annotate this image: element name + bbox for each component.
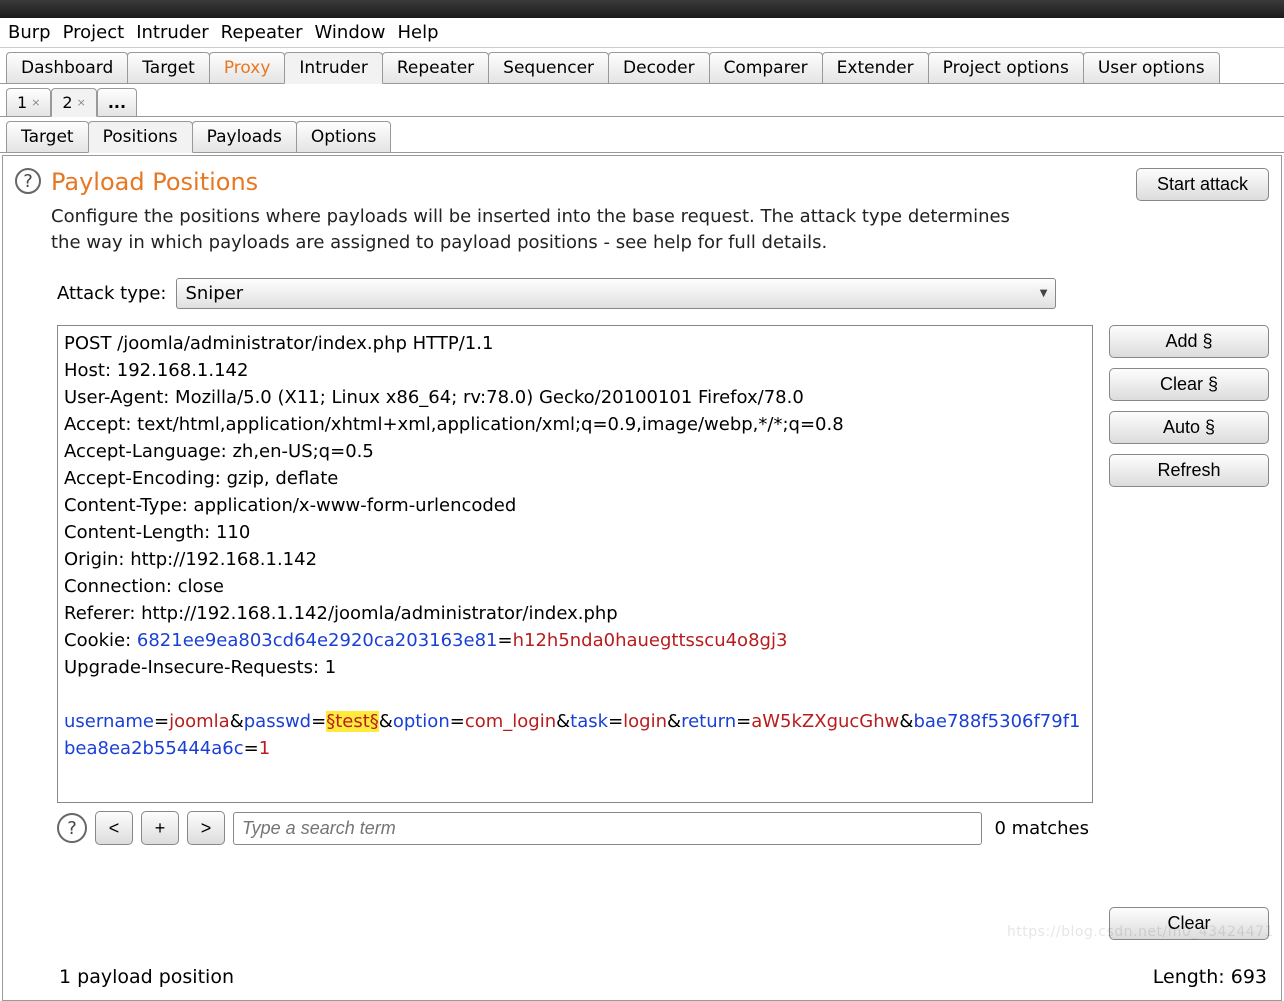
- tab-user-options[interactable]: User options: [1083, 52, 1220, 83]
- tab-comparer[interactable]: Comparer: [709, 52, 823, 83]
- tab-sequencer[interactable]: Sequencer: [488, 52, 609, 83]
- length-status: Length: 693: [1153, 966, 1267, 988]
- menu-window[interactable]: Window: [315, 22, 386, 43]
- chevron-down-icon: ▼: [1040, 288, 1048, 299]
- tab-dashboard[interactable]: Dashboard: [6, 52, 128, 83]
- request-editor[interactable]: POST /joomla/administrator/index.php HTT…: [57, 325, 1093, 803]
- session-tab-1[interactable]: 1 ×: [6, 88, 51, 116]
- tab-proxy[interactable]: Proxy: [209, 52, 286, 83]
- tab-extender[interactable]: Extender: [822, 52, 929, 83]
- search-matches: 0 matches: [990, 818, 1093, 839]
- auto-marker-button[interactable]: Auto §: [1109, 411, 1269, 444]
- tab-decoder[interactable]: Decoder: [608, 52, 710, 83]
- watermark: https://blog.csdn.net/m0_43424471: [1007, 924, 1274, 940]
- session-tab-2[interactable]: 2 ×: [51, 88, 96, 117]
- payload-marker: §test§: [326, 711, 379, 732]
- session-tab-1-label: 1: [17, 93, 27, 112]
- attack-type-select[interactable]: Sniper ▼: [176, 278, 1056, 309]
- menu-intruder[interactable]: Intruder: [136, 22, 208, 43]
- attack-type-value: Sniper: [185, 283, 243, 304]
- inner-tab-payloads[interactable]: Payloads: [192, 121, 297, 152]
- search-add-button[interactable]: +: [141, 811, 179, 845]
- menu-project[interactable]: Project: [63, 22, 125, 43]
- search-input[interactable]: [233, 812, 982, 845]
- close-icon[interactable]: ×: [77, 96, 86, 109]
- start-attack-button[interactable]: Start attack: [1136, 168, 1269, 201]
- session-tab-row: 1 × 2 × ...: [0, 84, 1284, 117]
- menu-help[interactable]: Help: [398, 22, 439, 43]
- help-icon[interactable]: ?: [15, 168, 41, 194]
- clear-marker-button[interactable]: Clear §: [1109, 368, 1269, 401]
- session-tab-new[interactable]: ...: [97, 88, 137, 116]
- titlebar-dark: [0, 0, 1284, 18]
- tab-repeater[interactable]: Repeater: [382, 52, 489, 83]
- session-tab-2-label: 2: [62, 93, 72, 112]
- main-tab-row: Dashboard Target Proxy Intruder Repeater…: [0, 48, 1284, 84]
- menu-burp[interactable]: Burp: [8, 22, 51, 43]
- content-panel: ? Payload Positions Configure the positi…: [2, 155, 1282, 1001]
- attack-type-label: Attack type:: [57, 283, 166, 304]
- section-desc: Configure the positions where payloads w…: [51, 204, 1011, 256]
- payload-count-status: 1 payload position: [59, 966, 234, 988]
- inner-tab-options[interactable]: Options: [296, 121, 392, 152]
- add-marker-button[interactable]: Add §: [1109, 325, 1269, 358]
- search-prev-button[interactable]: <: [95, 811, 133, 845]
- tab-project-options[interactable]: Project options: [928, 52, 1084, 83]
- close-icon[interactable]: ×: [31, 96, 40, 109]
- section-title: Payload Positions: [51, 168, 1011, 196]
- search-next-button[interactable]: >: [187, 811, 225, 845]
- tab-target[interactable]: Target: [127, 52, 210, 83]
- tab-intruder[interactable]: Intruder: [284, 52, 382, 84]
- inner-tab-target[interactable]: Target: [6, 121, 89, 152]
- help-icon[interactable]: ?: [57, 813, 87, 843]
- menubar: Burp Project Intruder Repeater Window He…: [0, 18, 1284, 48]
- inner-tab-positions[interactable]: Positions: [88, 121, 193, 153]
- inner-tab-row: Target Positions Payloads Options: [0, 117, 1284, 153]
- menu-repeater[interactable]: Repeater: [221, 22, 303, 43]
- refresh-button[interactable]: Refresh: [1109, 454, 1269, 487]
